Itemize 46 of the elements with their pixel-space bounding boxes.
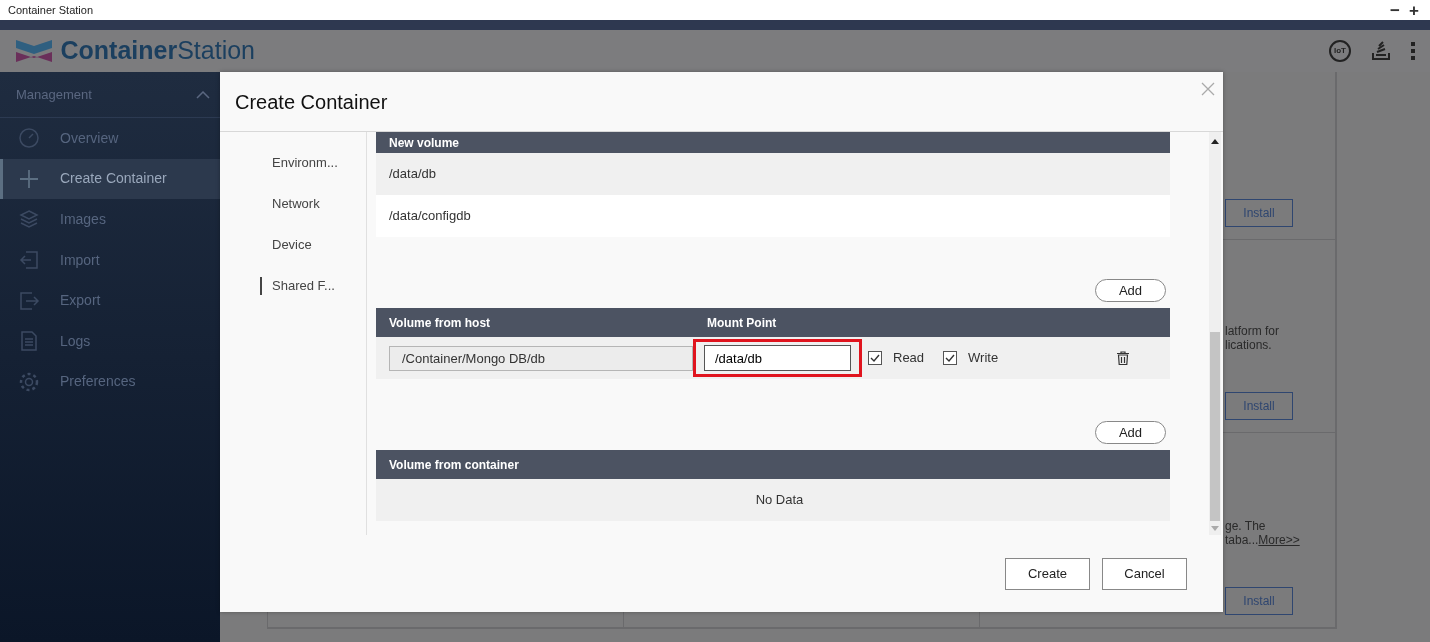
window-control[interactable]: − [1386,1,1403,19]
dialog-button[interactable]: Create [1005,557,1090,590]
step-tab[interactable]: Shared F... [220,265,366,306]
add-button[interactable]: Add [1095,421,1166,444]
logo-icon [14,38,54,64]
scroll-up-icon[interactable] [1211,139,1219,144]
app-logo-text: ContainerStation [60,35,256,67]
layers-icon [18,208,40,231]
chevron-up-icon[interactable] [196,90,210,99]
gear-icon [18,370,40,393]
more-link[interactable]: More>> [1258,533,1300,547]
window-title: Container Station [8,2,93,18]
section-title: Management [16,85,92,104]
card-description: ge. The taba...More>> [1225,519,1301,547]
trash-icon[interactable] [1117,351,1130,365]
scrollbar[interactable] [1209,132,1221,535]
gauge-icon [18,127,40,150]
empty-message: No Data [376,479,1170,521]
checkbox[interactable] [943,351,958,365]
column-header: Volume from host [389,314,492,332]
card-description: latform for lications. [1225,324,1280,352]
document-icon [18,330,40,353]
column-header: Mount Point [707,314,777,332]
dialog-button[interactable]: Cancel [1102,557,1187,590]
export-icon [18,289,40,312]
import-icon [18,249,40,272]
mount-point-field[interactable]: /data/db [704,345,851,371]
plus-icon [18,167,40,190]
host-path-field[interactable]: /Container/Mongo DB/db [389,345,693,371]
dialog-title: Create Container [235,89,388,115]
iot-button[interactable]: IoT [1329,40,1351,62]
stack-icon[interactable] [1370,41,1391,61]
step-tab[interactable]: Device [220,224,366,265]
window-control[interactable]: + [1406,1,1422,19]
more-icon[interactable] [1410,41,1416,61]
checkbox-label: Read [893,349,925,368]
table-cell: /data/configdb [376,195,1170,237]
sidebar-item[interactable]: Create Container [0,158,220,200]
table-header: Volume from container [376,450,1170,479]
table-cell: /data/db [376,153,1170,195]
checkbox[interactable] [868,351,882,365]
table-header: New volume [376,132,1170,153]
add-button[interactable]: Add [1095,279,1166,302]
checkbox-label: Write [968,349,999,368]
step-tab[interactable]: Environm... [220,142,366,183]
step-tab[interactable]: Network [220,183,366,224]
